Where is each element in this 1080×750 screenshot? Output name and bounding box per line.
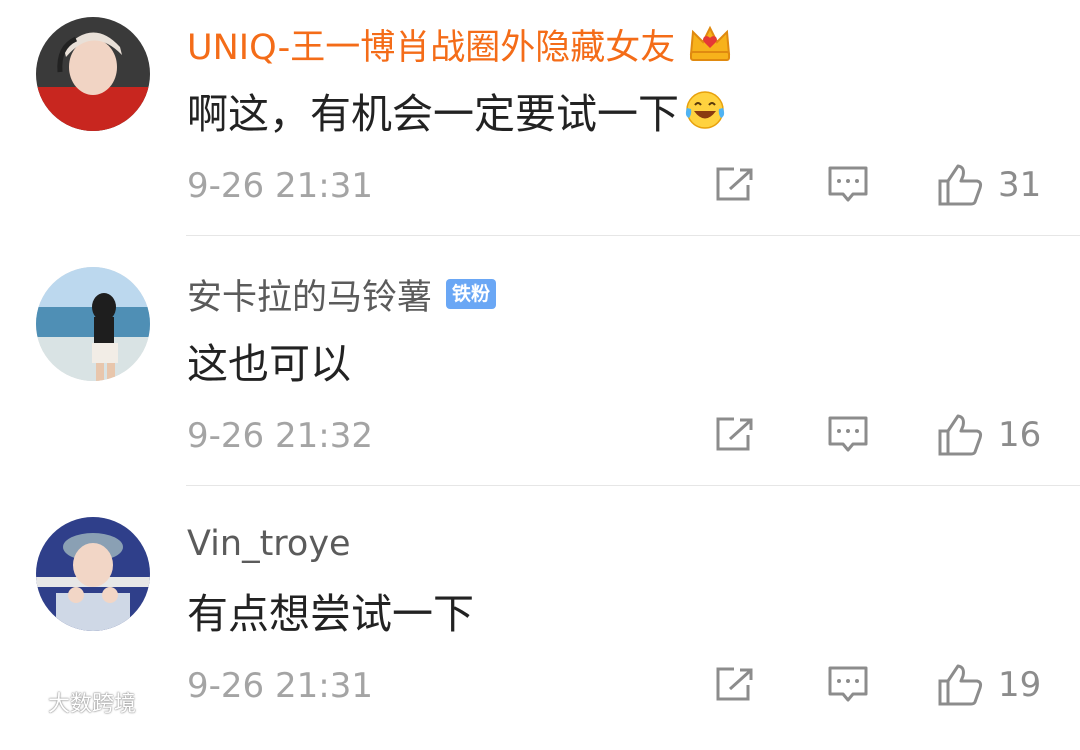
share-button[interactable] [712, 163, 756, 207]
timestamp: 9-26 21:31 [187, 666, 373, 706]
comment-text: 啊这，有机会一定要试一下 [187, 80, 727, 140]
comment-text: 这也可以 [187, 340, 351, 388]
comment-icon [828, 416, 868, 452]
username[interactable]: Vin_troye [187, 524, 351, 564]
comment-icon [828, 666, 868, 702]
like-button[interactable]: 16 [936, 413, 1041, 457]
thumbs-up-icon [938, 414, 983, 456]
share-icon [716, 417, 753, 451]
avatar[interactable] [36, 517, 150, 631]
avatar[interactable] [36, 267, 150, 381]
like-count: 16 [998, 415, 1042, 455]
thumbs-up-icon [938, 664, 983, 706]
comment-button[interactable] [826, 663, 870, 707]
like-count: 19 [998, 665, 1042, 705]
share-icon [716, 667, 753, 701]
comment-button[interactable] [826, 413, 870, 457]
share-icon [716, 167, 753, 201]
like-button[interactable]: 19 [936, 663, 1041, 707]
comment-item: Vin_troye 有点想尝试一下 9-26 21:31 19 [0, 500, 1080, 750]
crown-icon [687, 24, 733, 64]
thumbs-up-icon [938, 164, 983, 206]
like-button[interactable]: 31 [936, 163, 1041, 207]
timestamp: 9-26 21:32 [187, 416, 373, 456]
comment-button[interactable] [826, 163, 870, 207]
share-button[interactable] [712, 663, 756, 707]
like-count: 31 [998, 165, 1042, 205]
divider [186, 235, 1080, 236]
watermark-logo-icon [9, 695, 41, 709]
divider [186, 485, 1080, 486]
timestamp: 9-26 21:31 [187, 166, 373, 206]
comment-text: 有点想尝试一下 [187, 590, 474, 638]
laughing-tears-emoji-icon [683, 88, 727, 132]
share-button[interactable] [712, 413, 756, 457]
watermark: 大数跨境 [8, 686, 136, 718]
comment-item: UNIQ-王一博肖战圈外隐藏女友 啊这，有机会一定要试一下 9-26 21:31 [0, 0, 1080, 250]
comment-icon [828, 166, 868, 202]
fan-badge: 铁粉 [446, 279, 497, 309]
username[interactable]: 安卡拉的马铃薯 [187, 269, 432, 320]
username[interactable]: UNIQ-王一博肖战圈外隐藏女友 [187, 19, 675, 70]
avatar[interactable] [36, 17, 150, 131]
comment-item: 安卡拉的马铃薯 铁粉 这也可以 9-26 21:32 16 [0, 250, 1080, 500]
watermark-text: 大数跨境 [48, 692, 137, 717]
